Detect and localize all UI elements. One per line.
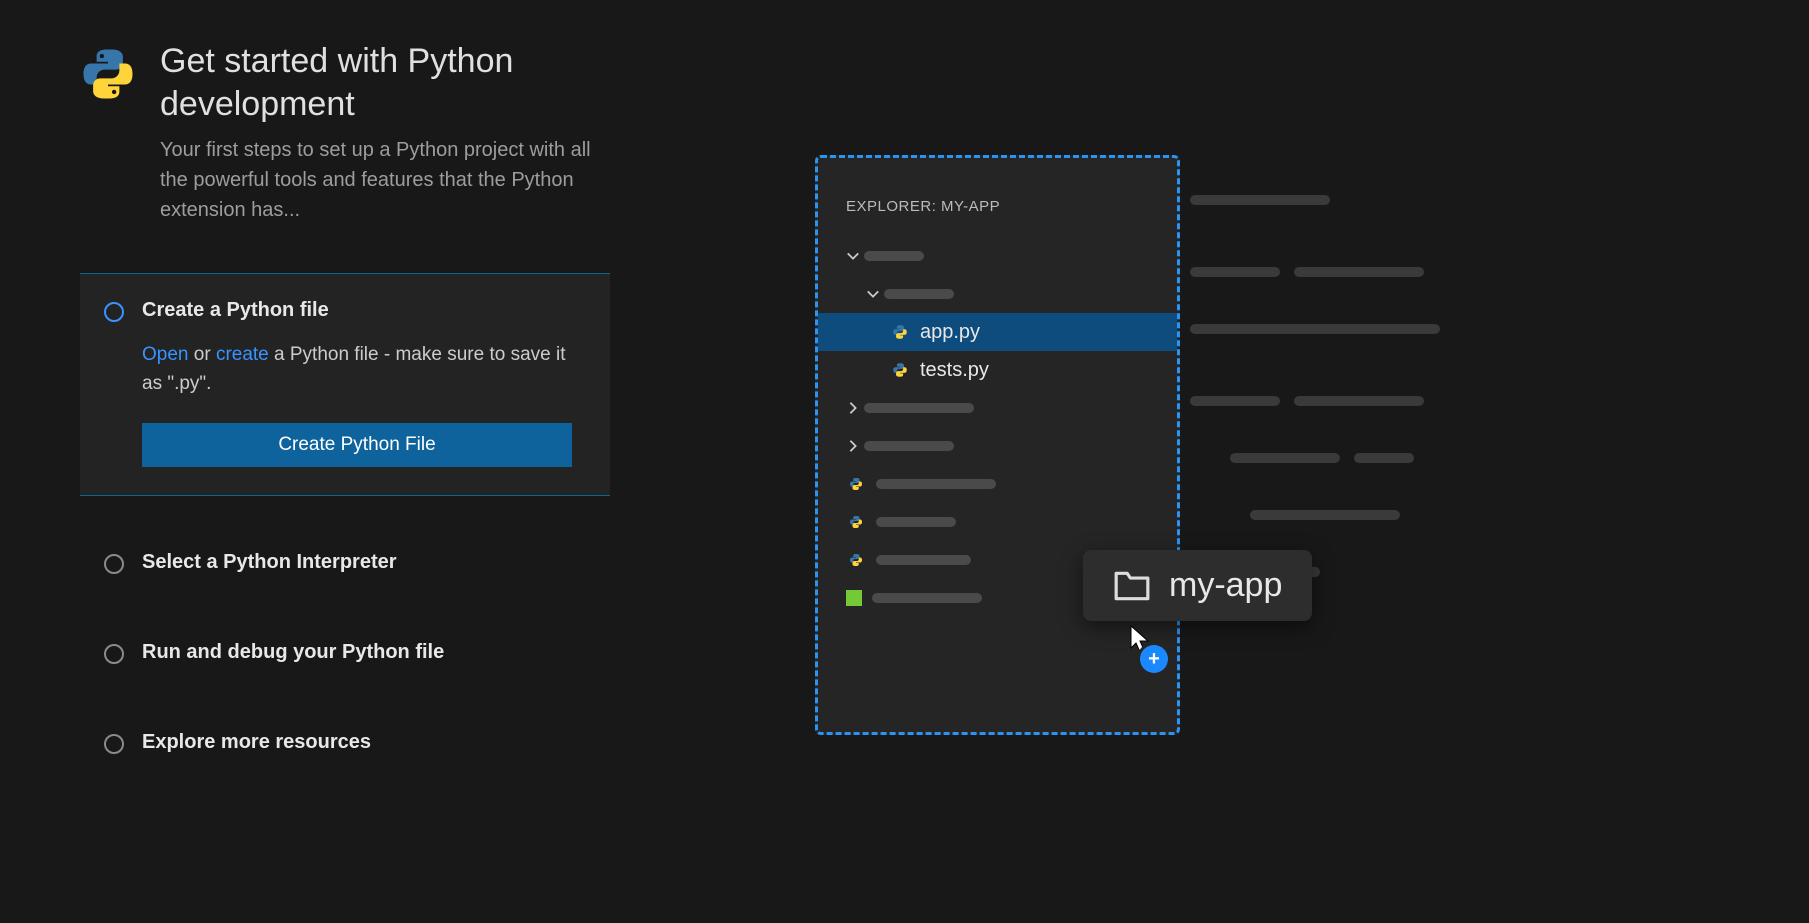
step-run-debug[interactable]: Run and debug your Python file bbox=[80, 616, 610, 676]
add-badge-icon: + bbox=[1140, 645, 1168, 673]
step-title: Select a Python Interpreter bbox=[142, 551, 586, 574]
file-row-app-py: app.py bbox=[818, 313, 1177, 351]
spreadsheet-icon bbox=[846, 590, 862, 606]
python-logo-icon bbox=[80, 46, 136, 102]
chevron-right-icon bbox=[846, 397, 864, 420]
folder-tooltip-label: my-app bbox=[1169, 566, 1282, 605]
explorer-illustration: EXPLORER: MY-APP app.py tests.py bbox=[815, 155, 1180, 735]
open-link[interactable]: Open bbox=[142, 344, 188, 365]
folder-icon bbox=[1113, 570, 1151, 602]
chevron-down-icon bbox=[846, 245, 864, 268]
step-indicator-icon bbox=[104, 302, 124, 322]
page-title: Get started with Python development bbox=[160, 40, 610, 125]
code-skeleton-illustration bbox=[1190, 195, 1440, 604]
step-indicator-icon bbox=[104, 734, 124, 754]
step-explore-resources[interactable]: Explore more resources bbox=[80, 706, 610, 766]
step-select-interpreter[interactable]: Select a Python Interpreter bbox=[80, 526, 610, 586]
python-file-icon bbox=[846, 474, 866, 494]
chevron-down-icon bbox=[866, 283, 884, 306]
python-file-icon bbox=[846, 512, 866, 532]
explorer-header: EXPLORER: MY-APP bbox=[846, 198, 1177, 215]
step-indicator-icon bbox=[104, 644, 124, 664]
python-file-icon bbox=[890, 360, 910, 380]
python-file-icon bbox=[890, 322, 910, 342]
create-python-file-button[interactable]: Create Python File bbox=[142, 423, 572, 467]
step-title: Create a Python file bbox=[142, 299, 586, 322]
walkthrough-steps: Create a Python file Open or create a Py… bbox=[80, 273, 610, 766]
file-name: app.py bbox=[920, 321, 980, 344]
chevron-right-icon bbox=[846, 435, 864, 458]
file-name: tests.py bbox=[920, 359, 989, 382]
step-title: Explore more resources bbox=[142, 731, 586, 754]
step-create-python-file[interactable]: Create a Python file Open or create a Py… bbox=[80, 273, 610, 496]
file-row-tests-py: tests.py bbox=[818, 351, 1177, 389]
step-description: Open or create a Python file - make sure… bbox=[142, 340, 586, 399]
step-title: Run and debug your Python file bbox=[142, 641, 586, 664]
folder-tooltip: my-app bbox=[1083, 550, 1312, 621]
python-file-icon bbox=[846, 550, 866, 570]
page-subtitle: Your first steps to set up a Python proj… bbox=[160, 135, 610, 225]
create-link[interactable]: create bbox=[216, 344, 269, 365]
step-indicator-icon bbox=[104, 554, 124, 574]
